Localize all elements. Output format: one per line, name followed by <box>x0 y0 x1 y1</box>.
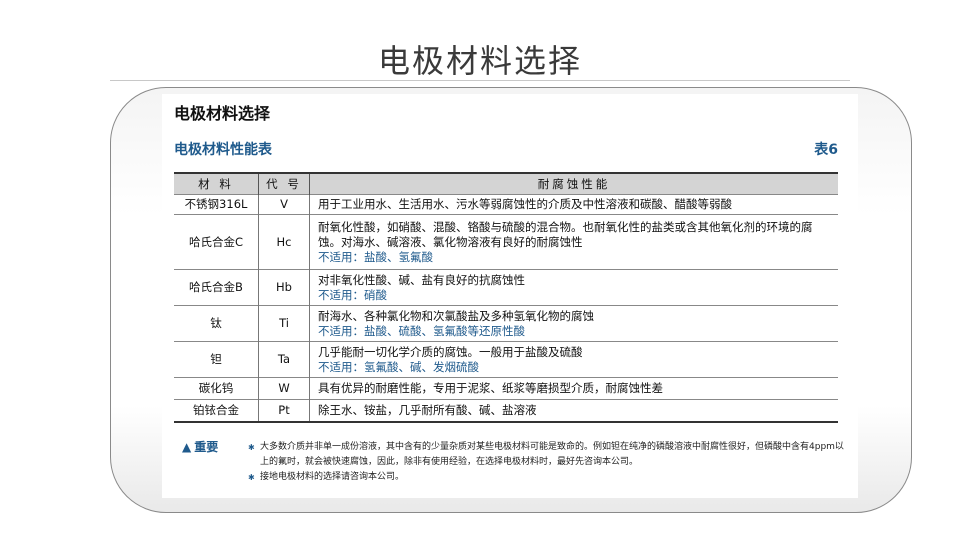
title-divider <box>110 80 850 81</box>
table-row: 钽 Ta 几乎能耐一切化学介质的腐蚀。一般用于盐酸及硫酸 不适用：氢氟酸、碱、发… <box>174 341 838 378</box>
table-row: 钛 Ti 耐海水、各种氯化物和次氯酸盐及多种氢氧化物的腐蚀 不适用：盐酸、硫酸、… <box>174 305 838 342</box>
not-suitable-text: 不适用：硝酸 <box>318 287 387 302</box>
code-cell: Ti <box>258 305 310 342</box>
note-text: 接地电极材料的选择请咨询本公司。 <box>260 472 405 482</box>
material-cell: 哈氏合金C <box>174 214 259 270</box>
column-header-corrosion: 耐腐蚀性能 <box>309 173 838 195</box>
bullet-icon: ✱ <box>248 443 255 452</box>
column-header-code: 代 号 <box>258 173 310 195</box>
material-cell: 碳化钨 <box>174 377 259 400</box>
table-number: 表6 <box>814 142 838 158</box>
description-text: 除王水、铵盐，几乎耐所有酸、碱、盐溶液 <box>318 402 537 417</box>
table-row: 不锈钢316L V 用于工业用水、生活用水、污水等弱腐蚀性的介质及中性溶液和碳酸… <box>174 194 838 215</box>
column-header-material: 材 料 <box>174 173 259 195</box>
code-cell: V <box>258 194 310 215</box>
description-text: 几乎能耐一切化学介质的腐蚀。一般用于盐酸及硫酸 <box>318 344 583 359</box>
not-suitable-text: 不适用：盐酸、氢氟酸 <box>318 249 433 264</box>
note-text: 大多数介质并非单一成份溶液，其中含有的少量杂质对某些电极材料可能是致命的。例如钽… <box>260 442 844 467</box>
material-cell: 铂铱合金 <box>174 399 259 422</box>
table-caption: 电极材料性能表 <box>174 142 272 158</box>
warning-icon: ▲ <box>182 439 192 454</box>
note-list: ✱ 大多数介质并非单一成份溶液，其中含有的少量杂质对某些电极材料可能是致命的。例… <box>248 440 848 485</box>
code-cell: Hb <box>258 269 310 306</box>
description-text: 对非氧化性酸、碱、盐有良好的抗腐蚀性 <box>318 272 525 287</box>
slide-title: 电极材料选择 <box>377 42 582 80</box>
description-text: 具有优异的耐磨性能，专用于泥浆、纸浆等磨损型介质，耐腐蚀性差 <box>318 381 663 395</box>
code-cell: Pt <box>258 399 310 422</box>
document-image: 电极材料选择 电极材料性能表 表6 材 料 代 号 耐腐蚀性能 不锈钢316L … <box>162 94 858 498</box>
note-item: ✱ 大多数介质并非单一成份溶液，其中含有的少量杂质对某些电极材料可能是致命的。例… <box>248 440 848 470</box>
important-label-text: 重要 <box>194 440 219 454</box>
description-cell: 对非氧化性酸、碱、盐有良好的抗腐蚀性 不适用：硝酸 <box>309 269 838 306</box>
material-cell: 哈氏合金B <box>174 269 259 306</box>
note-item: ✱ 接地电极材料的选择请咨询本公司。 <box>248 470 848 485</box>
description-cell: 具有优异的耐磨性能，专用于泥浆、纸浆等磨损型介质，耐腐蚀性差 <box>309 377 838 400</box>
code-cell: Ta <box>258 341 310 378</box>
description-cell: 除王水、铵盐，几乎耐所有酸、碱、盐溶液 <box>309 399 838 422</box>
material-cell: 不锈钢316L <box>174 194 259 215</box>
important-label: ▲ 重要 <box>182 438 218 455</box>
code-cell: Hc <box>258 214 310 270</box>
document-heading: 电极材料选择 <box>174 104 271 123</box>
material-table: 材 料 代 号 耐腐蚀性能 不锈钢316L V 用于工业用水、生活用水、污水等弱… <box>174 172 838 423</box>
description-cell: 耐氧化性酸，如硝酸、混酸、铬酸与硫酸的混合物。也耐氧化性的盐类或含其他氧化剂的环… <box>309 214 838 270</box>
material-cell: 钽 <box>174 341 259 378</box>
table-header-row: 材 料 代 号 耐腐蚀性能 <box>174 173 838 195</box>
description-cell: 几乎能耐一切化学介质的腐蚀。一般用于盐酸及硫酸 不适用：氢氟酸、碱、发烟硫酸 <box>309 341 838 378</box>
table-row: 哈氏合金B Hb 对非氧化性酸、碱、盐有良好的抗腐蚀性 不适用：硝酸 <box>174 269 838 306</box>
description-text: 耐海水、各种氯化物和次氯酸盐及多种氢氧化物的腐蚀 <box>318 308 594 323</box>
table-row: 碳化钨 W 具有优异的耐磨性能，专用于泥浆、纸浆等磨损型介质，耐腐蚀性差 <box>174 377 838 400</box>
code-cell: W <box>258 377 310 400</box>
description-cell: 耐海水、各种氯化物和次氯酸盐及多种氢氧化物的腐蚀 不适用：盐酸、硫酸、氢氟酸等还… <box>309 305 838 342</box>
not-suitable-text: 不适用：盐酸、硫酸、氢氟酸等还原性酸 <box>318 323 525 338</box>
table-row: 铂铱合金 Pt 除王水、铵盐，几乎耐所有酸、碱、盐溶液 <box>174 399 838 422</box>
description-text: 用于工业用水、生活用水、污水等弱腐蚀性的介质及中性溶液和碳酸、醋酸等弱酸 <box>318 197 732 211</box>
table-row: 哈氏合金C Hc 耐氧化性酸，如硝酸、混酸、铬酸与硫酸的混合物。也耐氧化性的盐类… <box>174 214 838 270</box>
not-suitable-text: 不适用：氢氟酸、碱、发烟硫酸 <box>318 359 479 374</box>
bullet-icon: ✱ <box>248 473 255 482</box>
description-text: 耐氧化性酸，如硝酸、混酸、铬酸与硫酸的混合物。也耐氧化性的盐类或含其他氧化剂的环… <box>318 219 813 249</box>
material-cell: 钛 <box>174 305 259 342</box>
description-cell: 用于工业用水、生活用水、污水等弱腐蚀性的介质及中性溶液和碳酸、醋酸等弱酸 <box>309 194 838 215</box>
